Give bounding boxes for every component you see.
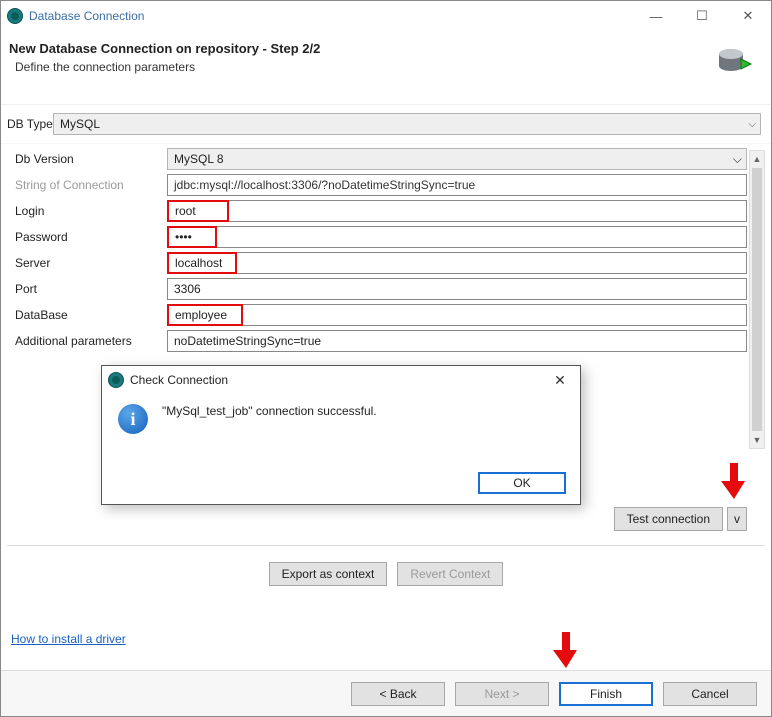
arrow-annotation-icon bbox=[721, 461, 747, 501]
back-button[interactable]: < Back bbox=[351, 682, 445, 706]
dbversion-value: MySQL 8 bbox=[174, 152, 224, 166]
export-context-button[interactable]: Export as context bbox=[269, 562, 388, 586]
scroll-down-icon[interactable]: ▼ bbox=[750, 432, 764, 448]
server-field-ext[interactable] bbox=[237, 252, 747, 274]
connstr-label: String of Connection bbox=[7, 178, 167, 192]
arrow-annotation-icon bbox=[553, 630, 579, 670]
scroll-up-icon[interactable]: ▲ bbox=[750, 151, 764, 167]
page-title: New Database Connection on repository - … bbox=[9, 41, 755, 56]
chevron-down-icon: ⌵ bbox=[733, 152, 742, 167]
port-label: Port bbox=[7, 282, 167, 296]
dialog-footer: OK bbox=[478, 472, 566, 494]
revert-context-button: Revert Context bbox=[397, 562, 503, 586]
login-field-ext[interactable] bbox=[229, 200, 747, 222]
server-field[interactable]: localhost bbox=[167, 252, 237, 274]
dbtype-label: DB Type bbox=[5, 117, 53, 131]
titlebar: Database Connection — ☐ ✕ bbox=[1, 1, 771, 31]
dialog-title: Check Connection bbox=[130, 373, 228, 387]
addparams-field[interactable]: noDatetimeStringSync=true bbox=[167, 330, 747, 352]
db-icon bbox=[717, 47, 753, 77]
scroll-thumb[interactable] bbox=[752, 168, 762, 431]
addparams-label: Additional parameters bbox=[7, 334, 167, 348]
app-icon bbox=[7, 8, 23, 24]
maximize-button[interactable]: ☐ bbox=[679, 1, 725, 31]
chevron-down-icon: ⌵ bbox=[748, 119, 756, 130]
dialog-message: "MySql_test_job" connection successful. bbox=[162, 404, 377, 418]
database-label: DataBase bbox=[7, 308, 167, 322]
password-field-ext[interactable] bbox=[217, 226, 747, 248]
dbtype-row: DB Type MySQL ⌵ bbox=[1, 105, 771, 143]
install-driver-link[interactable]: How to install a driver bbox=[1, 632, 126, 646]
dialog-titlebar: Check Connection ✕ bbox=[102, 366, 580, 394]
dbtype-value: MySQL bbox=[60, 117, 100, 131]
dialog-close-button[interactable]: ✕ bbox=[540, 372, 580, 389]
wizard-header: New Database Connection on repository - … bbox=[1, 31, 771, 105]
vertical-scrollbar[interactable]: ▲ ▼ bbox=[749, 150, 765, 449]
port-field[interactable]: 3306 bbox=[167, 278, 747, 300]
dbtype-select[interactable]: MySQL ⌵ bbox=[53, 113, 761, 135]
database-field-ext[interactable] bbox=[243, 304, 747, 326]
server-label: Server bbox=[7, 256, 167, 270]
window-title: Database Connection bbox=[29, 9, 633, 23]
export-row: Export as context Revert Context bbox=[1, 554, 771, 604]
finish-button[interactable]: Finish bbox=[559, 682, 653, 706]
divider bbox=[7, 545, 765, 546]
test-connection-menu-button[interactable]: v bbox=[727, 507, 747, 531]
next-button: Next > bbox=[455, 682, 549, 706]
test-connection-button[interactable]: Test connection bbox=[614, 507, 723, 531]
wizard-footer: < Back Next > Finish Cancel bbox=[1, 670, 771, 716]
page-subtitle: Define the connection parameters bbox=[9, 60, 755, 74]
cancel-button[interactable]: Cancel bbox=[663, 682, 757, 706]
connstr-field: jdbc:mysql://localhost:3306/?noDatetimeS… bbox=[167, 174, 747, 196]
login-field[interactable]: root bbox=[167, 200, 229, 222]
dbversion-select[interactable]: MySQL 8 ⌵ bbox=[167, 148, 747, 170]
login-label: Login bbox=[7, 204, 167, 218]
ok-button[interactable]: OK bbox=[478, 472, 566, 494]
check-connection-dialog: Check Connection ✕ i "MySql_test_job" co… bbox=[101, 365, 581, 505]
minimize-button[interactable]: — bbox=[633, 1, 679, 31]
dbversion-label: Db Version bbox=[7, 152, 167, 166]
database-field[interactable]: employee bbox=[167, 304, 243, 326]
app-icon bbox=[108, 372, 124, 388]
password-field[interactable]: •••• bbox=[167, 226, 217, 248]
info-icon: i bbox=[118, 404, 148, 434]
dialog-body: i "MySql_test_job" connection successful… bbox=[102, 394, 580, 444]
window-controls: — ☐ ✕ bbox=[633, 1, 771, 31]
close-button[interactable]: ✕ bbox=[725, 1, 771, 31]
test-row-buttons: Test connection v bbox=[1, 501, 771, 537]
password-label: Password bbox=[7, 230, 167, 244]
